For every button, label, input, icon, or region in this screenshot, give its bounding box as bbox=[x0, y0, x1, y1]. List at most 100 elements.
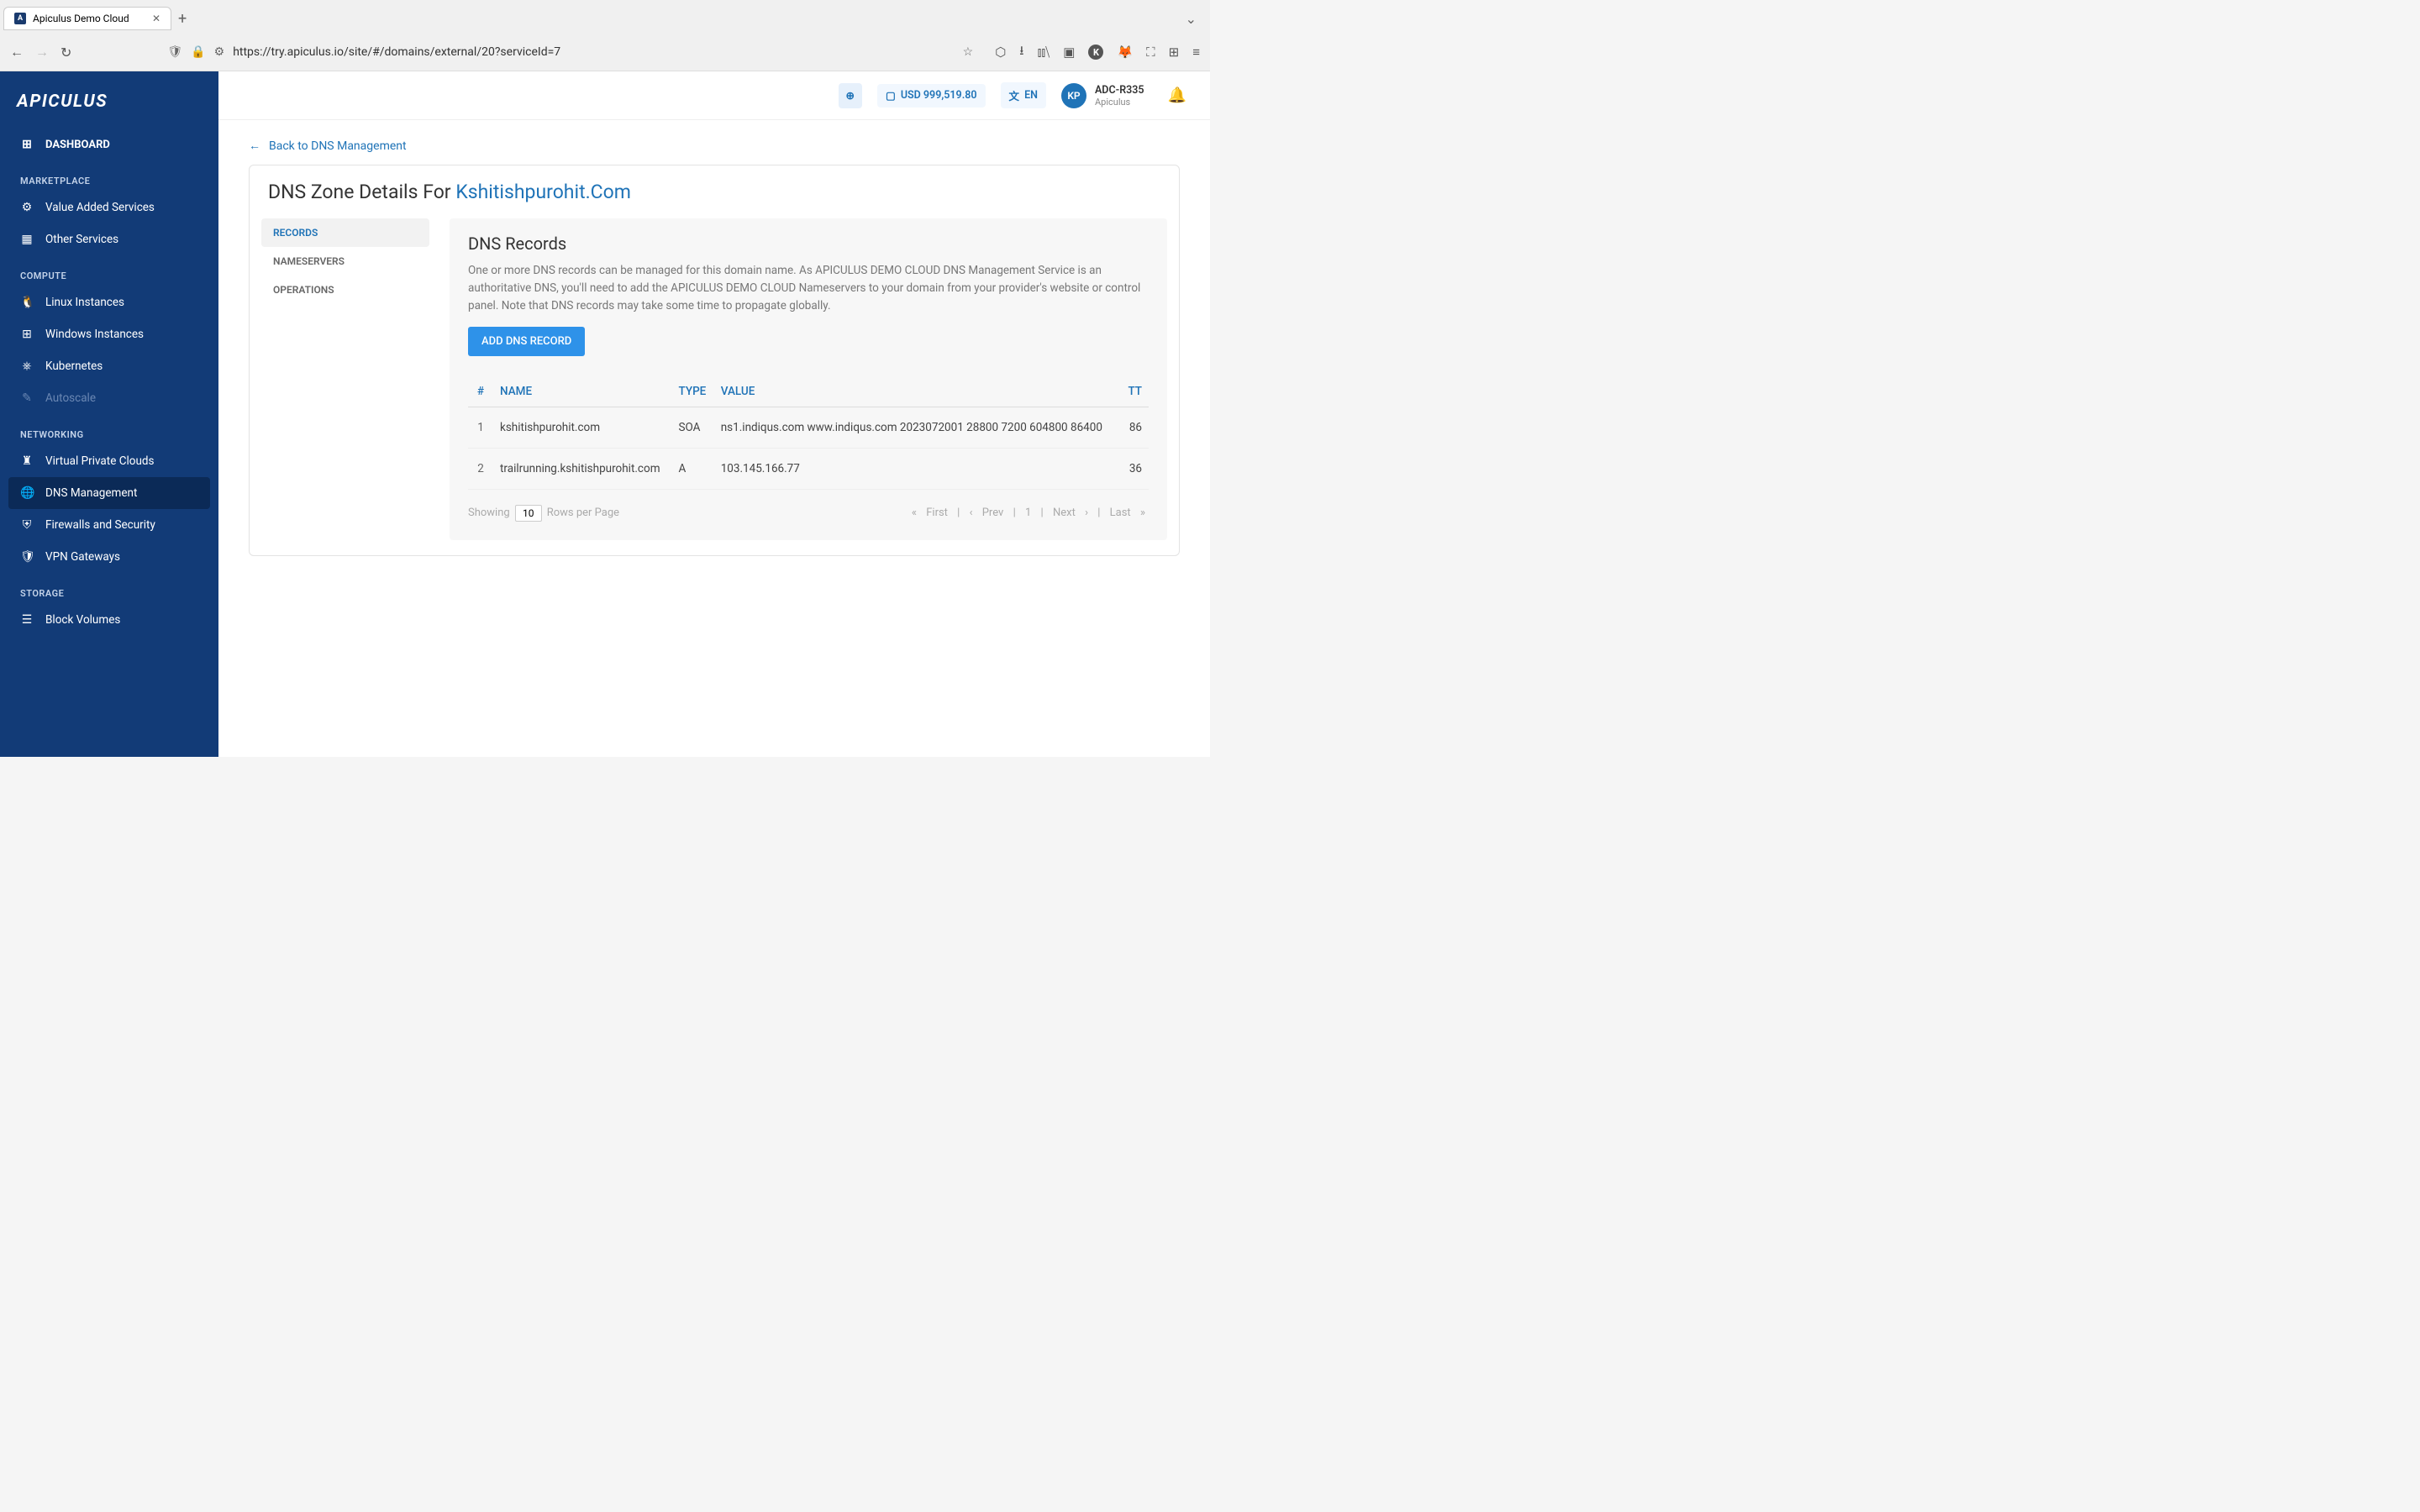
pager-last[interactable]: Last bbox=[1110, 507, 1131, 519]
dashboard-icon: ⊞ bbox=[20, 138, 34, 151]
puzzle-icon[interactable]: ⊞ bbox=[1169, 45, 1180, 60]
new-tab-button[interactable]: + bbox=[178, 10, 187, 28]
back-link[interactable]: ← Back to DNS Management bbox=[249, 134, 1180, 165]
forward-icon[interactable]: → bbox=[35, 44, 49, 60]
pocket-icon[interactable]: ⬡ bbox=[995, 45, 1006, 60]
library-icon[interactable]: ⫾⫾⧹ bbox=[1038, 45, 1050, 60]
cell-value: 103.145.166.77 bbox=[714, 448, 1121, 489]
arrow-left-icon: ← bbox=[249, 139, 260, 153]
back-icon[interactable]: ← bbox=[10, 44, 24, 60]
table-row[interactable]: 2 trailrunning.kshitishpurohit.com A 103… bbox=[468, 448, 1149, 489]
shield-icon: 🛡 bbox=[167, 45, 182, 59]
chevron-right-icon[interactable]: › bbox=[1085, 507, 1088, 519]
sidebar-item-label: Kubernetes bbox=[45, 360, 103, 373]
chevron-left-icon[interactable]: « bbox=[912, 507, 917, 519]
linux-icon: 🐧 bbox=[20, 296, 34, 309]
sidebar-item-other[interactable]: ▦ Other Services bbox=[0, 223, 218, 255]
storage-icon: ☰ bbox=[20, 613, 34, 627]
sidebar-item-kubernetes[interactable]: ⎈ Kubernetes bbox=[0, 350, 218, 382]
sidebar-item-vpn[interactable]: 🛡 VPN Gateways bbox=[0, 541, 218, 573]
autoscale-icon: ✎ bbox=[20, 391, 34, 405]
sidebar-item-autoscale: ✎ Autoscale bbox=[0, 382, 218, 414]
sidebar-item-label: Virtual Private Clouds bbox=[45, 454, 155, 468]
sidebar-item-label: Linux Instances bbox=[45, 296, 124, 309]
sidebar-item-linux[interactable]: 🐧 Linux Instances bbox=[0, 286, 218, 318]
table-row[interactable]: 1 kshitishpurohit.com SOA ns1.indiqus.co… bbox=[468, 407, 1149, 448]
services-icon: ⚙ bbox=[20, 201, 34, 214]
add-dns-record-button[interactable]: ADD DNS RECORD bbox=[468, 327, 585, 356]
cell-ttl: 86 bbox=[1120, 407, 1149, 448]
pager-prev[interactable]: Prev bbox=[982, 507, 1004, 519]
download-icon[interactable]: ⭳ bbox=[1019, 42, 1023, 63]
balance-display[interactable]: ▢ USD 999,519.80 bbox=[877, 84, 986, 108]
sidebar-item-label: Windows Instances bbox=[45, 328, 144, 341]
tab-title: Apiculus Demo Cloud bbox=[33, 13, 129, 24]
cell-idx: 2 bbox=[468, 448, 493, 489]
reload-icon[interactable]: ↻ bbox=[60, 45, 71, 60]
pager: Showing Rows per Page « First | ‹ Prev bbox=[468, 505, 1149, 522]
col-name[interactable]: NAME bbox=[493, 376, 671, 407]
pager-next[interactable]: Next bbox=[1053, 507, 1076, 519]
translate-icon: 文 bbox=[1009, 87, 1020, 103]
title-prefix: DNS Zone Details For bbox=[268, 181, 455, 203]
crop-icon[interactable]: ⛶ bbox=[1146, 45, 1155, 60]
main: ⊕ ▢ USD 999,519.80 文 EN KP ADC-R335 Apic… bbox=[218, 71, 1210, 757]
reader-icon[interactable]: ▣ bbox=[1063, 45, 1075, 60]
subnav-nameservers[interactable]: NAMESERVERS bbox=[261, 247, 429, 276]
sidebar-item-label: Block Volumes bbox=[45, 613, 120, 627]
sidebar-item-dashboard[interactable]: ⊞ DASHBOARD bbox=[0, 129, 218, 160]
pager-right: « First | ‹ Prev | 1 | Next › bbox=[908, 507, 1149, 519]
col-ttl[interactable]: TT bbox=[1120, 376, 1149, 407]
avatar: KP bbox=[1061, 83, 1086, 108]
panel-heading: DNS Records bbox=[468, 234, 1149, 254]
browser-tab[interactable]: A Apiculus Demo Cloud ✕ bbox=[3, 7, 171, 30]
tab-favicon-icon: A bbox=[14, 13, 26, 24]
pager-first[interactable]: First bbox=[926, 507, 948, 519]
close-icon[interactable]: ✕ bbox=[152, 13, 160, 24]
chevron-left-icon[interactable]: ‹ bbox=[970, 507, 973, 519]
cell-idx: 1 bbox=[468, 407, 493, 448]
pager-showing: Showing bbox=[468, 507, 510, 519]
user-menu[interactable]: KP ADC-R335 Apiculus bbox=[1061, 83, 1144, 108]
col-idx[interactable]: # bbox=[468, 376, 493, 407]
bell-icon[interactable]: 🔔 bbox=[1168, 87, 1186, 104]
sidebar-header-compute: COMPUTE bbox=[0, 255, 218, 286]
url-bar[interactable]: 🛡 🔒 ⚙ https://try.apiculus.io/site/#/dom… bbox=[167, 45, 973, 59]
menu-icon[interactable]: ≡ bbox=[1192, 45, 1200, 60]
panel-description: One or more DNS records can be managed f… bbox=[468, 262, 1149, 315]
sidebar-item-dns[interactable]: 🌐 DNS Management bbox=[8, 477, 210, 509]
sidebar-item-label: DNS Management bbox=[45, 486, 137, 500]
topbar: ⊕ ▢ USD 999,519.80 文 EN KP ADC-R335 Apic… bbox=[218, 71, 1210, 120]
extension-k-icon[interactable]: K bbox=[1088, 45, 1103, 60]
network-icon: ♜ bbox=[20, 454, 34, 468]
grid-icon: ▦ bbox=[20, 233, 34, 246]
cell-type: SOA bbox=[671, 407, 713, 448]
windows-icon: ⊞ bbox=[20, 328, 34, 341]
star-icon[interactable]: ☆ bbox=[963, 45, 974, 59]
sidebar-item-vpc[interactable]: ♜ Virtual Private Clouds bbox=[0, 445, 218, 477]
cell-name: kshitishpurohit.com bbox=[493, 407, 671, 448]
col-value[interactable]: VALUE bbox=[714, 376, 1121, 407]
globe-icon: 🌐 bbox=[20, 486, 34, 500]
language-selector[interactable]: 文 EN bbox=[1001, 82, 1046, 108]
subnav-operations[interactable]: OPERATIONS bbox=[261, 276, 429, 304]
vpn-icon: 🛡 bbox=[20, 550, 34, 564]
sidebar-item-vas[interactable]: ⚙ Value Added Services bbox=[0, 192, 218, 223]
firewall-icon: ⛨ bbox=[20, 518, 34, 532]
sidebar-item-windows[interactable]: ⊞ Windows Instances bbox=[0, 318, 218, 350]
chevron-right-icon[interactable]: » bbox=[1140, 507, 1145, 519]
sidebar-item-firewall[interactable]: ⛨ Firewalls and Security bbox=[0, 509, 218, 541]
rows-per-page-input[interactable] bbox=[515, 505, 542, 522]
sidebar-item-label: VPN Gateways bbox=[45, 550, 120, 564]
sidebar-item-block[interactable]: ☰ Block Volumes bbox=[0, 604, 218, 636]
card-body: RECORDS NAMESERVERS OPERATIONS DNS Recor… bbox=[250, 218, 1179, 555]
metamask-icon[interactable]: 🦊 bbox=[1117, 45, 1133, 60]
tab-overflow-icon[interactable]: ⌄ bbox=[1186, 11, 1197, 27]
back-link-text: Back to DNS Management bbox=[269, 139, 407, 153]
nav-bar: ← → ↻ 🛡 🔒 ⚙ https://try.apiculus.io/site… bbox=[0, 34, 1210, 71]
col-type[interactable]: TYPE bbox=[671, 376, 713, 407]
title-domain: Kshitishpurohit.Com bbox=[455, 181, 631, 203]
settings-toggle-icon: ⚙ bbox=[214, 45, 225, 59]
subnav-records[interactable]: RECORDS bbox=[261, 218, 429, 247]
region-selector[interactable]: ⊕ bbox=[839, 83, 862, 108]
